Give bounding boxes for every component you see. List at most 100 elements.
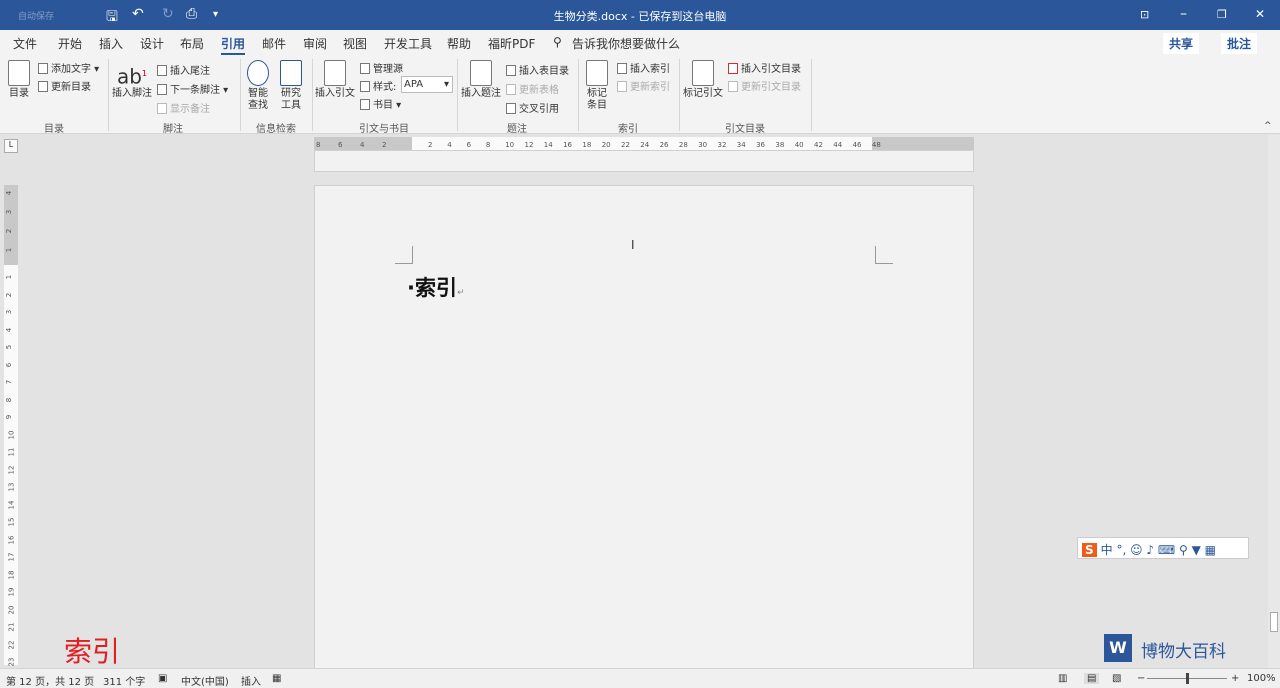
search-icon: ⚲	[553, 35, 562, 49]
restore-icon[interactable]: ❐	[1217, 8, 1227, 21]
table-of-figures-icon	[506, 65, 516, 76]
tell-me-input[interactable]: 告诉我你想要做什么	[572, 35, 680, 52]
ruler-tick-label: 12	[524, 141, 534, 149]
tab-review[interactable]: 审阅	[303, 35, 327, 52]
mark-entry-button[interactable]: 标记 条目	[584, 60, 610, 112]
insert-index-icon	[617, 63, 627, 74]
style-icon	[360, 81, 370, 92]
next-footnote-icon	[157, 84, 167, 95]
researcher-button[interactable]: 研究 工具	[278, 60, 304, 112]
smart-lookup-icon	[247, 60, 269, 86]
heading-1[interactable]: ·索引↵	[407, 272, 465, 302]
ruler-tick-label: 10	[505, 141, 515, 149]
tab-references[interactable]: 引用	[221, 35, 246, 55]
ruler-tick-label: 48	[871, 141, 881, 149]
vruler-tick-label: 4	[5, 190, 14, 196]
ruler-tick-label: 24	[640, 141, 650, 149]
share-button[interactable]: 共享	[1163, 33, 1200, 54]
scrollbar-thumb[interactable]	[1270, 612, 1278, 632]
vruler-tick-label: 19	[7, 587, 16, 597]
paragraph-mark: ↵	[456, 288, 465, 298]
update-table-label: 更新表格	[519, 85, 559, 96]
tab-developer[interactable]: 开发工具	[384, 35, 432, 52]
insert-table-of-figures-button[interactable]: 插入表目录	[506, 62, 569, 77]
toc-button[interactable]: 目录	[6, 60, 32, 100]
insert-footnote-button[interactable]: ab1 插入脚注	[110, 60, 154, 100]
collapse-ribbon-icon[interactable]: ^	[1264, 121, 1272, 131]
toc-icon	[8, 60, 30, 86]
tab-view[interactable]: 视图	[343, 35, 367, 52]
insert-endnote-button[interactable]: 插入尾注	[157, 62, 210, 77]
insert-toa-button[interactable]: 插入引文目录	[728, 60, 801, 75]
page-count[interactable]: 第 12 页，共 12 页	[6, 673, 94, 688]
update-toa-button[interactable]: 更新引文目录	[728, 78, 801, 93]
read-mode-icon[interactable]: ▥	[1058, 673, 1067, 684]
tab-home[interactable]: 开始	[58, 35, 82, 52]
ruler-tick-label: 28	[678, 141, 688, 149]
update-index-button[interactable]: 更新索引	[617, 78, 670, 93]
tab-help[interactable]: 帮助	[447, 35, 471, 52]
ime-toolbar[interactable]: S中 °, ☺ ♪ ⌨ ⚲ ▼ ▦	[1077, 537, 1249, 559]
bibliography-button[interactable]: 书目 ▾	[360, 96, 401, 111]
insert-mode[interactable]: 插入	[241, 673, 261, 688]
next-footnote-button[interactable]: 下一条脚注 ▾	[157, 81, 228, 96]
vruler-tick-label: 1	[5, 274, 14, 280]
close-icon[interactable]: ✕	[1255, 7, 1265, 21]
tab-layout[interactable]: 布局	[180, 35, 204, 52]
style-value: APA	[404, 79, 424, 90]
tab-file[interactable]: 文件	[13, 35, 37, 52]
style-select[interactable]: APA ▾	[401, 76, 453, 93]
text-cursor-icon: I	[631, 238, 635, 252]
ruler-tick-label: 2	[382, 141, 387, 149]
vruler-tick-label: 20	[7, 605, 16, 614]
print-layout-icon[interactable]: ▤	[1084, 673, 1100, 684]
tab-selector[interactable]: L	[4, 139, 18, 153]
word-count[interactable]: 311 个字	[103, 673, 145, 688]
proofing-icon[interactable]: ▣	[158, 673, 167, 684]
vruler-tick-label: 22	[7, 640, 16, 649]
document-page[interactable]: ·索引↵ I	[314, 185, 974, 675]
insert-citation-button[interactable]: 插入引文	[314, 60, 356, 100]
update-table-button[interactable]: 更新表格	[506, 81, 559, 96]
heading-text: 索引	[414, 276, 457, 300]
comments-button[interactable]: 批注	[1221, 33, 1258, 54]
language[interactable]: 中文(中国)	[181, 673, 229, 688]
macro-icon[interactable]: ▦	[272, 673, 281, 684]
ruler-tick-label: 20	[601, 141, 611, 149]
update-toc-icon	[38, 81, 48, 92]
tab-insert[interactable]: 插入	[99, 35, 123, 52]
update-index-icon	[617, 81, 627, 92]
insert-index-button[interactable]: 插入索引	[617, 60, 670, 75]
tab-foxit-pdf[interactable]: 福昕PDF	[488, 35, 535, 52]
mark-citation-label: 标记引文	[683, 88, 723, 99]
cross-reference-button[interactable]: 交叉引用	[506, 100, 559, 115]
tab-mailings[interactable]: 邮件	[262, 35, 286, 52]
insert-caption-label: 插入题注	[461, 88, 501, 99]
vertical-ruler[interactable]: 4 3 2 1 1 2 3 4 5 6 7 8 9 10 11 12 13 14 15 16 17 18 19 20 21 22 2…	[4, 185, 18, 667]
smart-label-1: 智能	[248, 88, 268, 99]
ruler-tick-label: 6	[338, 141, 343, 149]
mark-citation-button[interactable]: 标记引文	[682, 60, 724, 100]
zoom-slider-thumb[interactable]	[1186, 673, 1189, 684]
manage-sources-button[interactable]: 管理源	[360, 60, 403, 75]
ribbon-display-icon[interactable]: ⊡	[1140, 8, 1149, 21]
add-text-button[interactable]: 添加文字 ▾	[38, 60, 99, 75]
ruler-tick-label: 34	[736, 141, 746, 149]
show-notes-button[interactable]: 显示备注	[157, 100, 210, 115]
vruler-tick-label: 23	[7, 657, 16, 667]
insert-caption-button[interactable]: 插入题注	[460, 60, 502, 100]
zoom-in-icon[interactable]: +	[1231, 673, 1239, 684]
ruler-tick-label: 40	[794, 141, 804, 149]
zoom-out-icon[interactable]: −	[1137, 673, 1145, 684]
ruler-tick-label: 8	[316, 141, 321, 149]
minimize-icon[interactable]: –	[1180, 6, 1187, 22]
tab-design[interactable]: 设计	[140, 35, 164, 52]
vruler-tick-label: 9	[5, 414, 14, 420]
smart-lookup-button[interactable]: 智能 查找	[245, 60, 271, 112]
web-layout-icon[interactable]: ▧	[1112, 673, 1121, 684]
zoom-level[interactable]: 100%	[1247, 673, 1276, 684]
vruler-tick-label: 21	[7, 622, 16, 632]
vruler-tick-label: 13	[7, 482, 16, 492]
vertical-scrollbar[interactable]	[1268, 135, 1280, 668]
update-toc-button[interactable]: 更新目录	[38, 78, 91, 93]
